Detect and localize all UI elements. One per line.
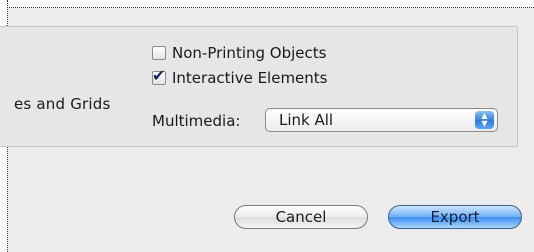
non-printing-objects-checkbox[interactable] bbox=[152, 46, 166, 60]
multimedia-popup-value: Link All bbox=[279, 111, 334, 129]
interactive-elements-label: Interactive Elements bbox=[172, 69, 328, 87]
non-printing-objects-option[interactable]: Non-Printing Objects bbox=[152, 44, 326, 62]
cancel-button[interactable]: Cancel bbox=[234, 205, 368, 229]
checkmark-icon: ✔ bbox=[152, 66, 166, 85]
multimedia-label: Multimedia: bbox=[152, 112, 241, 130]
updown-arrows-icon: ▲ ▼ bbox=[475, 111, 494, 129]
interactive-elements-checkbox[interactable]: ✔ bbox=[152, 66, 166, 85]
multimedia-popup[interactable]: Link All ▲ ▼ bbox=[265, 108, 498, 132]
guides-and-grids-label: es and Grids bbox=[14, 95, 111, 113]
export-dialog: es and Grids Non-Printing Objects ✔ Inte… bbox=[0, 0, 534, 252]
dotted-border-top bbox=[0, 0, 534, 8]
non-printing-objects-label: Non-Printing Objects bbox=[172, 44, 327, 62]
interactive-elements-option[interactable]: ✔ Interactive Elements bbox=[152, 66, 328, 87]
export-button[interactable]: Export bbox=[388, 205, 522, 229]
